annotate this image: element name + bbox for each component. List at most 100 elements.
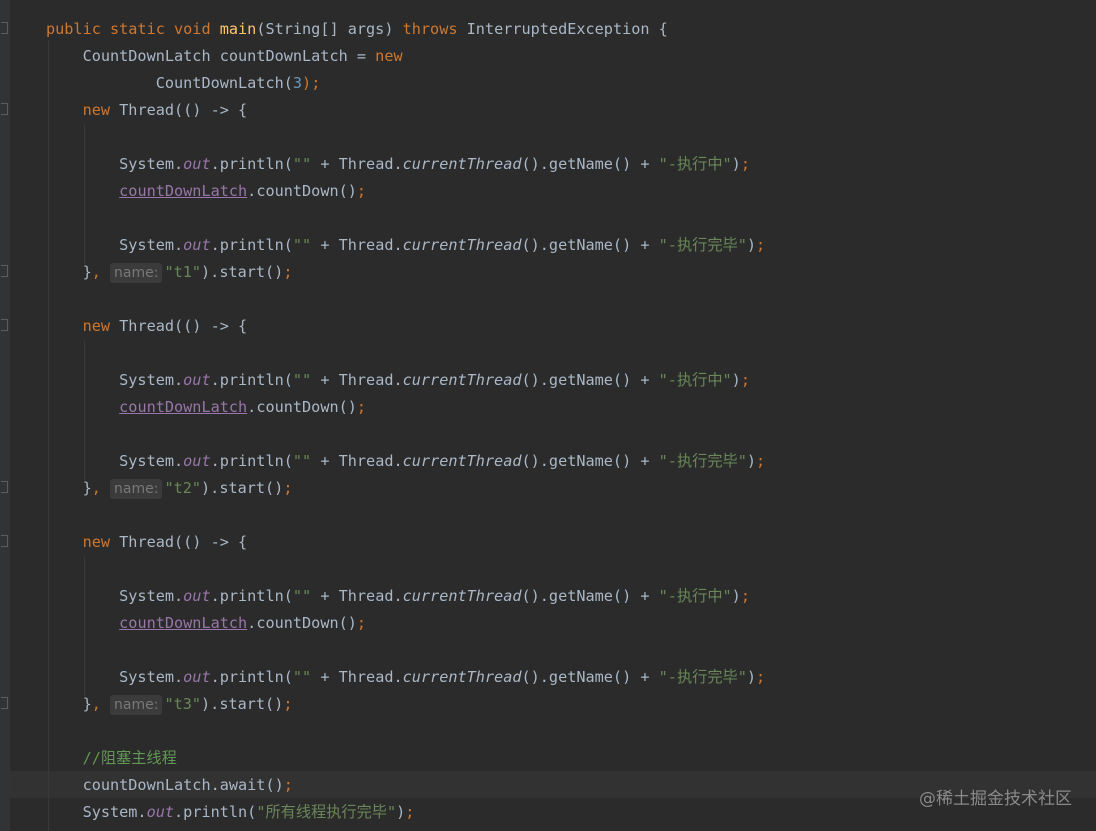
code-token: + Thread. (311, 668, 403, 686)
code-line[interactable]: new Thread(() -> { (46, 97, 248, 124)
code-token: "-执行中" (658, 371, 732, 389)
code-token: .println( (174, 803, 257, 821)
code-token: + Thread. (311, 587, 403, 605)
code-token: ; (740, 155, 750, 173)
code-token: ) (746, 668, 756, 686)
code-token: .println( (210, 371, 293, 389)
code-token: currentThread (402, 371, 522, 389)
code-token: .countDown() (247, 398, 357, 416)
code-token: ().getName() + (521, 236, 659, 254)
code-token: "-执行完毕" (658, 236, 747, 254)
code-token: } (46, 263, 92, 281)
code-line[interactable]: countDownLatch.await(); (46, 772, 293, 799)
code-token: "-执行中" (658, 587, 732, 605)
code-token: ) (746, 236, 756, 254)
code-token: countDownLatch (119, 182, 248, 200)
code-token: "" (292, 587, 312, 605)
code-token: ().getName() + (521, 587, 659, 605)
code-token: throws (402, 20, 467, 38)
code-token: out (183, 371, 211, 389)
code-token: System. (46, 236, 184, 254)
code-token: ; (283, 776, 293, 794)
code-token: ).start() (201, 479, 284, 497)
code-token: ; (356, 398, 367, 416)
fold-marker-icon[interactable] (1, 265, 8, 277)
code-token: ) (731, 587, 741, 605)
code-line[interactable]: countDownLatch.countDown(); (46, 178, 366, 205)
code-token: out (183, 236, 211, 254)
code-token: out (146, 803, 175, 821)
code-line[interactable]: CountDownLatch countDownLatch = new (46, 43, 403, 70)
code-token: new (46, 101, 120, 119)
code-token: ; (740, 371, 750, 389)
code-line[interactable]: System.out.println("" + Thread.currentTh… (46, 367, 750, 394)
code-line[interactable]: countDownLatch.countDown(); (46, 610, 366, 637)
code-token: currentThread (402, 668, 522, 686)
code-token: main (219, 20, 257, 38)
code-token: public static void (46, 20, 220, 38)
code-line[interactable]: System.out.println("所有线程执行完毕"); (46, 799, 415, 826)
fold-marker-icon[interactable] (1, 22, 8, 34)
code-line[interactable]: //阻塞主线程 (46, 745, 177, 772)
code-token: "" (292, 155, 312, 173)
fold-marker-icon[interactable] (1, 103, 8, 115)
code-token: ; (756, 668, 766, 686)
fold-marker-icon[interactable] (1, 697, 8, 709)
parameter-hint: name: (110, 479, 163, 499)
code-token: ; (356, 614, 367, 632)
code-token: currentThread (402, 452, 522, 470)
code-token: ; (283, 695, 293, 713)
code-token: "t1" (164, 263, 202, 281)
code-token: .println( (210, 236, 293, 254)
code-line[interactable]: System.out.println("" + Thread.currentTh… (46, 448, 765, 475)
code-line[interactable]: System.out.println("" + Thread.currentTh… (46, 151, 750, 178)
code-line[interactable]: System.out.println("" + Thread.currentTh… (46, 664, 765, 691)
code-line[interactable]: new Thread(() -> { (46, 313, 248, 340)
code-token: "" (292, 236, 312, 254)
code-token: out (183, 452, 211, 470)
code-token: ().getName() + (521, 668, 659, 686)
code-token: } (46, 479, 92, 497)
editor-gutter[interactable] (0, 0, 10, 831)
code-line[interactable]: new Thread(() -> { (46, 529, 248, 556)
code-token: (String[] args) (256, 20, 403, 38)
code-token: Thread(() -> { (119, 101, 248, 119)
fold-marker-icon[interactable] (1, 535, 8, 547)
code-token: "-执行完毕" (658, 452, 747, 470)
code-token: currentThread (402, 155, 522, 173)
fold-marker-icon[interactable] (1, 319, 8, 331)
code-line[interactable]: countDownLatch.countDown(); (46, 394, 366, 421)
code-line[interactable]: }, name: "t3").start(); (46, 691, 292, 718)
code-token: .countDown() (247, 182, 357, 200)
code-token: countDownLatch (119, 398, 248, 416)
code-editor[interactable]: public static void main(String[] args) t… (0, 0, 1096, 831)
code-line[interactable]: CountDownLatch(3); (46, 70, 321, 97)
code-line[interactable]: System.out.println("" + Thread.currentTh… (46, 232, 765, 259)
code-token: ; (283, 263, 293, 281)
code-token: CountDownLatch countDownLatch = (46, 47, 376, 65)
code-token: countDownLatch.await() (46, 776, 284, 794)
code-line[interactable]: }, name: "t1").start(); (46, 259, 292, 286)
code-line[interactable]: }, name: "t2").start(); (46, 475, 292, 502)
code-token: ) (396, 803, 406, 821)
code-token: "所有线程执行完毕" (256, 803, 397, 821)
code-token: "t2" (164, 479, 202, 497)
code-line[interactable]: public static void main(String[] args) t… (46, 16, 668, 43)
code-token: ; (740, 587, 750, 605)
code-token: ) (731, 371, 741, 389)
code-token: currentThread (402, 236, 522, 254)
code-token: out (183, 155, 211, 173)
code-line[interactable]: System.out.println("" + Thread.currentTh… (46, 583, 750, 610)
code-token: System. (46, 587, 184, 605)
code-token: "-执行中" (658, 155, 732, 173)
code-token: CountDownLatch( (46, 74, 293, 92)
code-token: "" (292, 668, 312, 686)
code-token: ); (302, 74, 321, 92)
code-token: ; (356, 182, 367, 200)
code-token: + Thread. (311, 452, 403, 470)
code-token: ; (756, 236, 766, 254)
fold-marker-icon[interactable] (1, 481, 8, 493)
